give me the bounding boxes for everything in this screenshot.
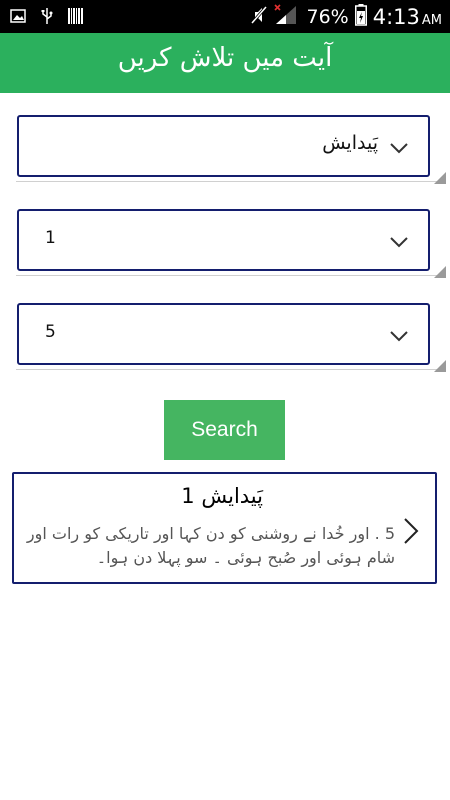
chevron-down-icon <box>388 137 410 159</box>
verse-selected-value: 5 <box>45 322 56 342</box>
status-system: 76% 4:13 AM <box>250 4 442 30</box>
battery-percent: 76% <box>306 6 349 28</box>
chapter-selector-box[interactable]: 1 <box>17 209 430 271</box>
book-selector-underline <box>16 181 444 182</box>
result-card[interactable]: پَیدایش 1 5 . اور خُدا نے روشنی کو دن کہ… <box>12 472 437 584</box>
clock: 4:13 AM <box>373 5 442 29</box>
result-verse-text: 5 . اور خُدا نے روشنی کو دن کہا اور تاری… <box>26 524 395 567</box>
dropdown-corner-icon <box>434 360 446 372</box>
chevron-right-icon[interactable] <box>403 516 419 546</box>
app-bar: آیت میں تلاش کریں <box>0 33 450 93</box>
battery-icon <box>354 4 367 30</box>
usb-icon <box>40 7 54 29</box>
clock-time: 4:13 <box>372 5 420 29</box>
signal-icon <box>274 4 300 30</box>
mute-icon <box>250 5 268 29</box>
status-bar: 76% 4:13 AM <box>0 0 450 33</box>
search-button[interactable]: Search <box>164 400 285 460</box>
verse-selector[interactable]: 5 <box>16 303 446 373</box>
dropdown-corner-icon <box>434 266 446 278</box>
chevron-down-icon <box>388 231 410 253</box>
barcode-icon <box>68 7 84 29</box>
dropdown-corner-icon <box>434 172 446 184</box>
book-selector[interactable]: پَیدایش <box>16 115 446 185</box>
image-icon <box>10 8 26 28</box>
status-notifications <box>10 7 84 29</box>
verse-selector-underline <box>16 369 444 370</box>
chapter-selected-value: 1 <box>45 228 56 248</box>
clock-ampm: AM <box>421 13 442 28</box>
chapter-selector-underline <box>16 275 444 276</box>
chapter-selector[interactable]: 1 <box>16 209 446 279</box>
verse-selector-box[interactable]: 5 <box>17 303 430 365</box>
result-title: پَیدایش 1 <box>181 484 263 508</box>
book-selected-value: پَیدایش <box>322 132 378 154</box>
chevron-down-icon <box>388 325 410 347</box>
book-selector-box[interactable]: پَیدایش <box>17 115 430 177</box>
page-title: آیت میں تلاش کریں <box>117 43 333 73</box>
